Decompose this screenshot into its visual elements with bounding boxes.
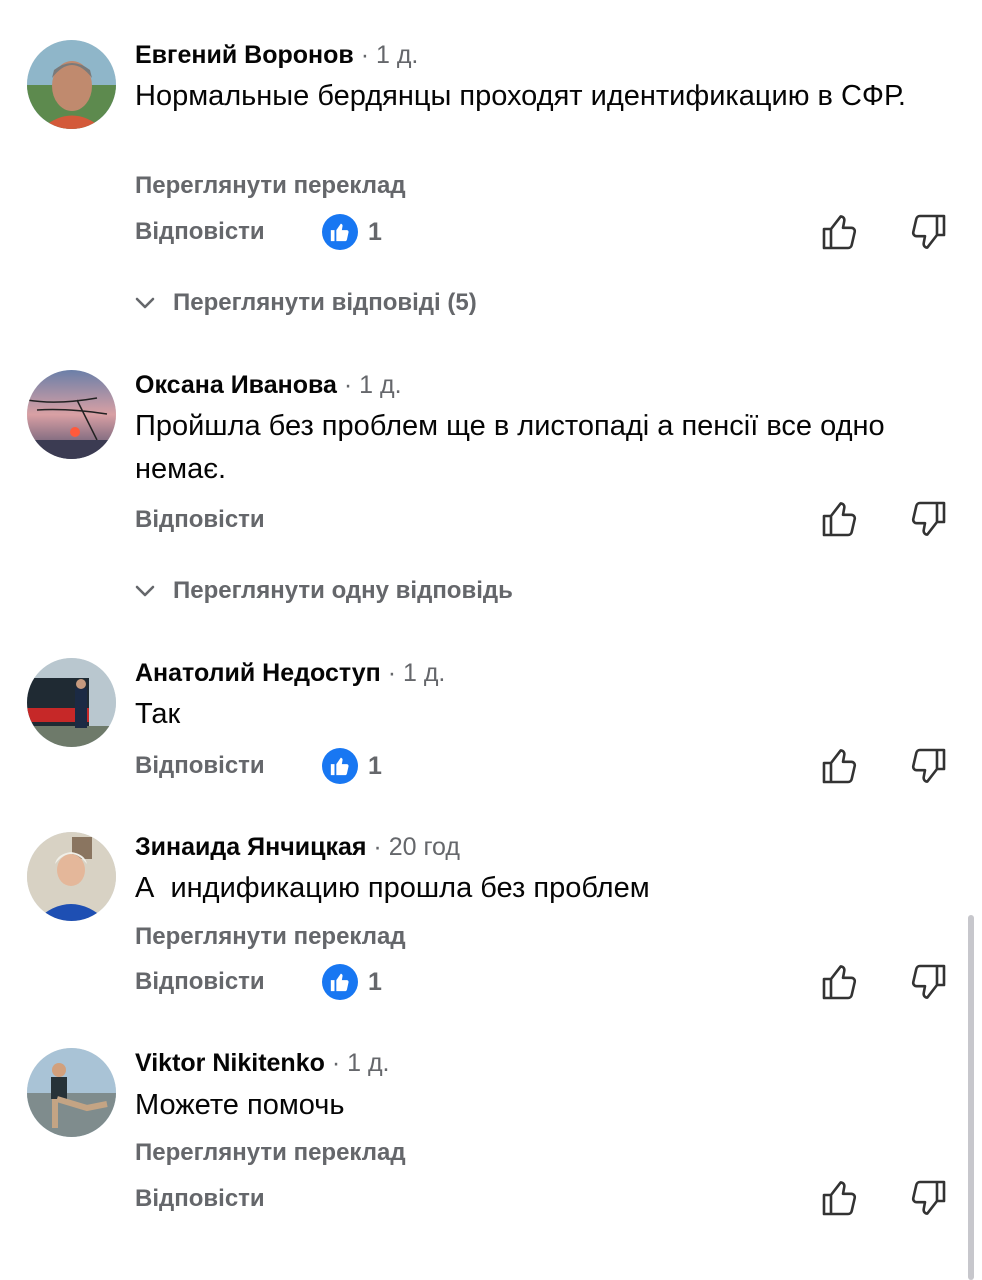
thumbs-down-icon[interactable] (908, 746, 948, 786)
thumbs-up-icon[interactable] (820, 499, 860, 539)
separator-dot: · (331, 1049, 341, 1077)
avatar[interactable] (27, 658, 116, 747)
comment-time[interactable]: 1 д. (347, 1049, 389, 1077)
comment-text: Нормальные бердянцы проходят идентификац… (135, 80, 906, 112)
reaction-summary[interactable]: 1 (322, 748, 382, 784)
author-name[interactable]: Зинаида Янчицкая (135, 833, 366, 861)
reaction-summary[interactable]: 1 (322, 214, 382, 250)
comment-text: Пройшла без проблем ще в листопаді а пен… (135, 410, 885, 485)
view-replies-label: Переглянути одну відповідь (173, 577, 513, 604)
avatar[interactable] (27, 40, 116, 129)
comment-time[interactable]: 1 д. (403, 659, 445, 687)
avatar[interactable] (27, 370, 116, 459)
reply-button[interactable]: Відповісти (135, 217, 265, 247)
reply-button[interactable]: Відповісти (135, 751, 265, 781)
view-replies-label: Переглянути відповіді (5) (173, 289, 477, 316)
thumbs-up-icon[interactable] (820, 746, 860, 786)
like-reaction-icon (322, 214, 358, 250)
reaction-summary[interactable]: 1 (322, 964, 382, 1000)
see-translation-link[interactable]: Переглянути переклад (135, 1138, 406, 1168)
reply-button[interactable]: Відповісти (135, 1184, 265, 1214)
reply-button[interactable]: Відповісти (135, 505, 265, 535)
thumbs-up-icon[interactable] (820, 1178, 860, 1218)
view-replies-link[interactable]: Переглянути відповіді (5) (133, 288, 477, 318)
author-name[interactable]: Анатолий Недоступ (135, 659, 381, 687)
thumbs-up-icon[interactable] (820, 962, 860, 1002)
author-name[interactable]: Оксана Иванова (135, 371, 337, 399)
separator-dot: · (360, 41, 370, 69)
separator-dot: · (387, 659, 397, 687)
like-reaction-icon (322, 964, 358, 1000)
thumbs-down-icon[interactable] (908, 1178, 948, 1218)
reaction-count: 1 (368, 751, 382, 780)
comment-time[interactable]: 1 д. (359, 371, 401, 399)
separator-dot: · (343, 371, 353, 399)
author-name[interactable]: Viktor Nikitenko (135, 1049, 325, 1077)
thumbs-down-icon[interactable] (908, 499, 948, 539)
thumbs-down-icon[interactable] (908, 962, 948, 1002)
like-reaction-icon (322, 748, 358, 784)
author-name[interactable]: Евгений Воронов (135, 41, 354, 69)
comment-time[interactable]: 20 год (389, 833, 460, 861)
avatar[interactable] (27, 1048, 116, 1137)
see-translation-link[interactable]: Переглянути переклад (135, 171, 406, 201)
comment-text: Можете помочь (135, 1089, 345, 1121)
thumbs-down-icon[interactable] (908, 212, 948, 252)
comment-text: Так (135, 698, 181, 730)
see-translation-link[interactable]: Переглянути переклад (135, 922, 406, 952)
comment-text: А индификацию прошла без проблем (135, 872, 650, 904)
separator-dot: · (373, 833, 382, 861)
thumbs-up-icon[interactable] (820, 212, 860, 252)
avatar[interactable] (27, 832, 116, 921)
comment-time[interactable]: 1 д. (376, 41, 418, 69)
reaction-count: 1 (368, 967, 382, 996)
reaction-count: 1 (368, 217, 382, 246)
reply-button[interactable]: Відповісти (135, 967, 265, 997)
chevron-down-icon (135, 585, 155, 597)
view-replies-link[interactable]: Переглянути одну відповідь (133, 576, 513, 606)
scrollbar[interactable] (968, 915, 974, 1280)
chevron-down-icon (135, 297, 155, 309)
